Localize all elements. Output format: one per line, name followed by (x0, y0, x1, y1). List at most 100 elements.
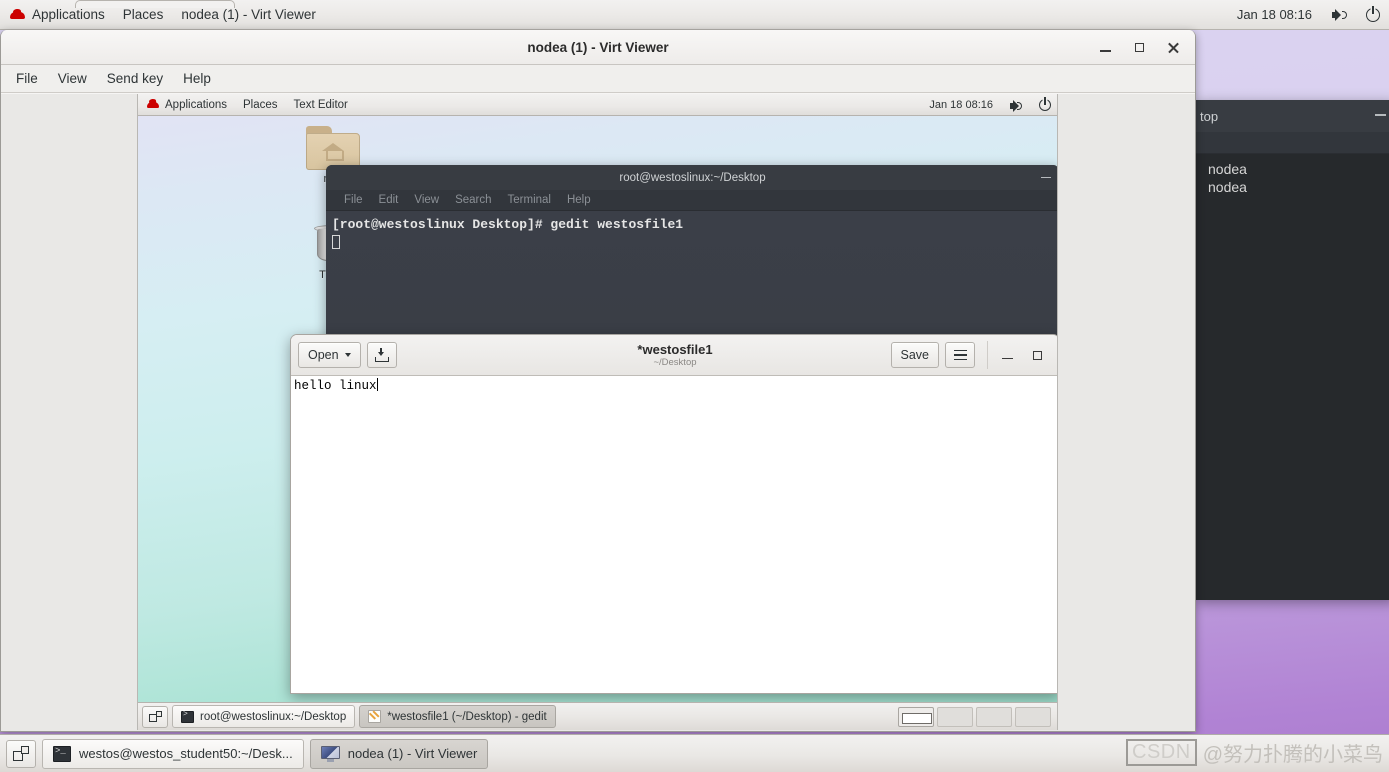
open-button-label: Open (308, 348, 339, 362)
guest-applications-menu[interactable]: Applications (138, 94, 235, 116)
gedit-text-area[interactable]: hello linux (291, 376, 1057, 693)
minimize-button[interactable] (1041, 165, 1051, 190)
background-terminal-title: top (1200, 108, 1219, 124)
terminal-command-line: [root@westoslinux Desktop]# gedit westos… (332, 217, 684, 232)
chevron-down-icon (344, 353, 351, 357)
terminal-icon (181, 710, 194, 723)
close-button[interactable] (1157, 34, 1189, 62)
host-clock[interactable]: Jan 18 08:16 (1227, 7, 1322, 22)
open-button[interactable]: Open (298, 342, 361, 368)
taskbar-item-gedit[interactable]: *westosfile1 (~/Desktop) - gedit (359, 705, 556, 728)
terminal-menu-view[interactable]: View (406, 194, 447, 206)
guest-power-button[interactable] (1031, 94, 1057, 116)
redhat-logo-icon (9, 8, 26, 21)
terminal-menu-edit[interactable]: Edit (371, 194, 407, 206)
show-desktop-icon (148, 710, 162, 723)
minimize-button[interactable] (1089, 34, 1121, 62)
maximize-button[interactable] (1022, 341, 1052, 369)
guest-terminal-title: root@westoslinux:~/Desktop (619, 171, 766, 184)
text-cursor (376, 378, 378, 391)
host-volume-button[interactable] (1322, 0, 1357, 30)
gedit-text-line: hello linux (294, 378, 1056, 394)
host-taskbar: westos@westos_student50:~/Desk... nodea … (0, 734, 1389, 772)
show-desktop-button[interactable] (6, 739, 36, 768)
taskbar-item-label: nodea (1) - Virt Viewer (347, 746, 478, 761)
guest-places-label: Places (243, 98, 278, 111)
guest-desktop[interactable]: Applications Places Text Editor Jan 18 0… (137, 94, 1058, 730)
redhat-logo-icon (146, 99, 160, 110)
guest-terminal-menubar: File Edit View Search Terminal Help (326, 190, 1057, 211)
workspace-4[interactable] (1015, 706, 1051, 727)
power-icon (1366, 5, 1380, 22)
guest-applications-label: Applications (165, 98, 228, 111)
gedit-window[interactable]: Open *westosfile1 ~/Desktop Save hello l… (290, 334, 1057, 694)
workspace-3[interactable] (976, 706, 1012, 727)
minimize-icon (1001, 357, 1013, 360)
menu-file[interactable]: File (6, 65, 48, 93)
maximize-icon (1032, 350, 1042, 360)
volume-icon (1009, 99, 1023, 112)
terminal-icon (53, 745, 71, 762)
background-terminal-window[interactable]: top nodea nodea (1196, 100, 1389, 600)
terminal-cursor-line (332, 234, 1053, 253)
gedit-document-title: *westosfile1 (637, 342, 713, 357)
power-icon (1039, 96, 1051, 111)
guest-active-app-menu[interactable]: Text Editor (286, 94, 356, 116)
taskbar-item-virt-viewer[interactable]: nodea (1) - Virt Viewer (309, 738, 489, 769)
workspace-switcher (898, 706, 1055, 727)
maximize-button[interactable] (1123, 34, 1155, 62)
gedit-window-controls (987, 341, 1052, 369)
taskbar-item-host-terminal[interactable]: westos@westos_student50:~/Desk... (42, 738, 304, 769)
gedit-menu-button[interactable] (945, 342, 975, 368)
minimize-button[interactable] (992, 341, 1022, 369)
guest-places-menu[interactable]: Places (235, 94, 286, 116)
menu-send-key[interactable]: Send key (97, 65, 173, 93)
workspace-1[interactable] (898, 706, 934, 727)
taskbar-item-terminal[interactable]: root@westoslinux:~/Desktop (172, 705, 356, 728)
taskbar-item-label: root@westoslinux:~/Desktop (200, 710, 347, 723)
hamburger-menu-icon (953, 349, 967, 361)
gedit-header-right-controls: Save (890, 341, 1053, 369)
maximize-icon (1134, 43, 1144, 52)
show-desktop-button[interactable] (142, 705, 168, 728)
gedit-document-path: ~/Desktop (653, 357, 697, 368)
terminal-menu-search[interactable]: Search (447, 194, 499, 206)
gedit-icon (368, 710, 382, 723)
taskbar-item-label: westos@westos_student50:~/Desk... (79, 746, 293, 761)
terminal-menu-help[interactable]: Help (559, 194, 599, 206)
gedit-text-content: hello linux (294, 379, 377, 393)
terminal-cursor (332, 235, 340, 249)
minimize-icon (1099, 50, 1111, 52)
background-terminal-output[interactable]: nodea nodea (1196, 154, 1389, 600)
guest-taskbar: root@westoslinux:~/Desktop *westosfile1 … (138, 702, 1057, 730)
workspace-2[interactable] (937, 706, 973, 727)
host-places-label: Places (122, 7, 164, 22)
background-window-stub (75, 0, 235, 8)
host-applications-label: Applications (32, 7, 105, 22)
terminal-line: nodea (1208, 179, 1247, 195)
guest-clock[interactable]: Jan 18 08:16 (921, 94, 1001, 116)
gedit-headerbar[interactable]: Open *westosfile1 ~/Desktop Save (291, 335, 1057, 376)
save-button[interactable]: Save (890, 342, 939, 368)
virt-viewer-window-controls (1089, 30, 1189, 65)
close-icon (1167, 42, 1179, 54)
virt-viewer-titlebar[interactable]: nodea (1) - Virt Viewer (1, 30, 1195, 65)
menu-view[interactable]: View (48, 65, 97, 93)
save-button-label: Save (900, 348, 930, 362)
menu-help[interactable]: Help (173, 65, 221, 93)
guest-terminal-titlebar[interactable]: root@westoslinux:~/Desktop (326, 165, 1057, 190)
terminal-menu-file[interactable]: File (336, 194, 371, 206)
home-folder-icon (306, 126, 360, 170)
terminal-menu-terminal[interactable]: Terminal (500, 194, 559, 206)
background-terminal-menubar (1196, 132, 1389, 154)
virt-viewer-icon (320, 745, 340, 762)
virt-viewer-menubar: File View Send key Help (1, 65, 1195, 93)
host-power-button[interactable] (1357, 0, 1389, 30)
minimize-icon[interactable] (1375, 114, 1386, 116)
show-desktop-icon (13, 746, 29, 761)
host-active-window-label: nodea (1) - Virt Viewer (181, 7, 316, 22)
taskbar-item-label: *westosfile1 (~/Desktop) - gedit (387, 710, 547, 723)
terminal-line: nodea (1208, 161, 1247, 177)
save-as-button[interactable] (366, 342, 397, 368)
guest-volume-button[interactable] (1001, 94, 1031, 116)
